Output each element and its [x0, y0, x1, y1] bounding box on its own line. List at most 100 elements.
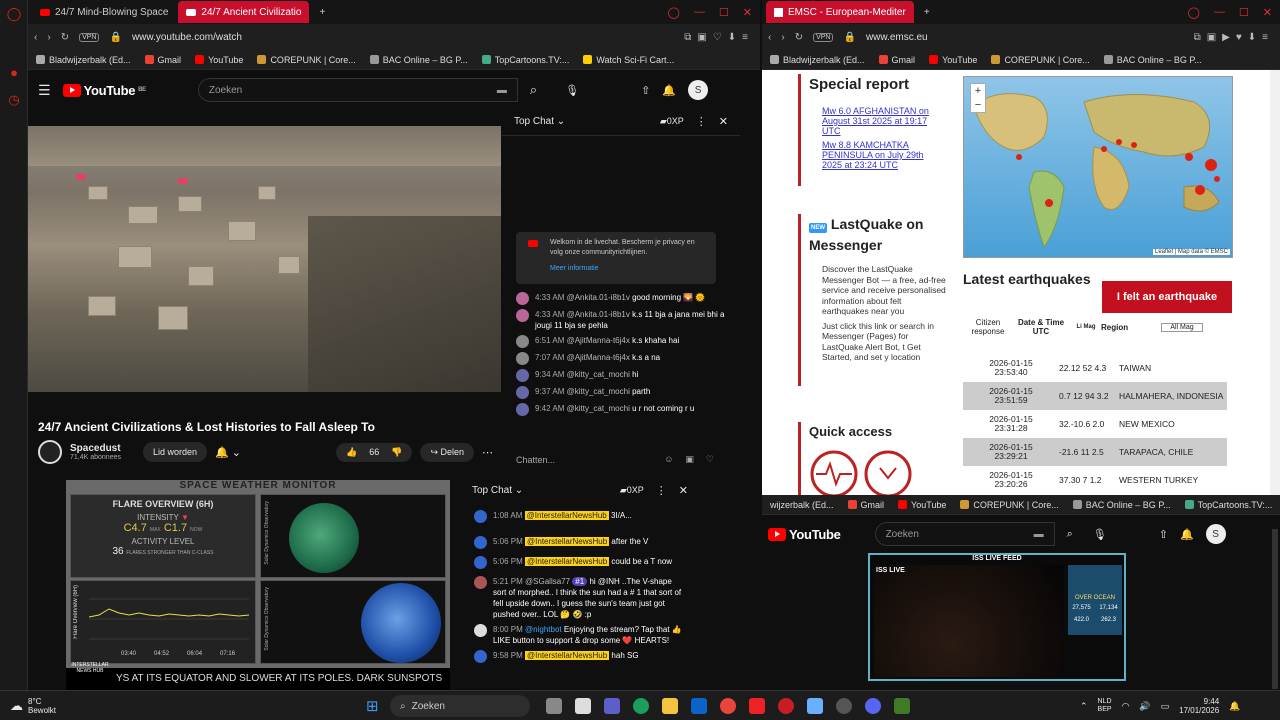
earthquake-map[interactable]: + − Leaflet | Map data © EMSC: [963, 76, 1233, 258]
chat-more-icon[interactable]: ⋮: [696, 115, 707, 128]
like-group[interactable]: 👍 66 👎: [335, 442, 413, 462]
bookmark-item[interactable]: YouTube: [929, 55, 977, 65]
bookmark-item[interactable]: wijzerbalk (Ed...: [770, 500, 834, 510]
tab-ancient[interactable]: 24/7 Ancient Civilizatio: [178, 1, 310, 23]
bookmark-item[interactable]: Bladwijzerbalk (Ed...: [36, 55, 131, 65]
chrome-icon[interactable]: [720, 698, 736, 714]
opera-icon[interactable]: ◯: [0, 0, 28, 28]
new-tab-button[interactable]: +: [916, 1, 938, 23]
bookmark-item[interactable]: Gmail: [878, 55, 915, 65]
minimize-icon[interactable]: —: [694, 6, 705, 18]
table-row[interactable]: 2026-01-15 23:53:40 22.12 52 4.3 TAIWAN: [963, 354, 1227, 382]
chat-mode-dropdown[interactable]: Top Chat ⌄: [472, 485, 523, 496]
bookmark-item[interactable]: COREPUNK | Core...: [257, 55, 356, 65]
teams-icon[interactable]: [604, 698, 620, 714]
battery-icon[interactable]: ▭: [1161, 701, 1170, 712]
youtube-logo[interactable]: YouTube BE: [62, 83, 146, 98]
taskbar-search[interactable]: ⌕ Zoeken: [390, 695, 530, 717]
chat-tools-icons[interactable]: ☺▣♡: [664, 454, 726, 465]
chat-more-icon[interactable]: ⋮: [656, 484, 667, 497]
bookmark-item[interactable]: Bladwijzerbalk (Ed...: [770, 55, 865, 65]
tab-emsc[interactable]: EMSC - European-Mediter: [766, 1, 914, 23]
report-link[interactable]: Mw 8.8 KAMCHATKA PENINSULA on July 29th …: [822, 140, 946, 170]
mic-icon[interactable]: 🎙: [1093, 528, 1107, 541]
new-tab-button[interactable]: +: [311, 1, 333, 23]
notification-icon[interactable]: 🔔: [1229, 701, 1240, 712]
bookmark-item[interactable]: Gmail: [847, 500, 884, 510]
reload-icon[interactable]: ↻: [61, 32, 69, 43]
vpn-badge[interactable]: VPN: [79, 32, 100, 42]
avatar[interactable]: S: [688, 80, 709, 100]
sidebar-clock-icon[interactable]: ◷: [0, 86, 28, 114]
task-view-icon[interactable]: [546, 698, 562, 714]
back-icon[interactable]: ‹: [34, 32, 37, 43]
video-player[interactable]: [28, 126, 501, 392]
settings-icon[interactable]: [836, 698, 852, 714]
url-field[interactable]: www.emsc.eu: [866, 32, 928, 43]
bookmark-item[interactable]: BAC Online – BG P...: [1103, 55, 1202, 65]
tray-arrow-icon[interactable]: ⌃: [1080, 701, 1088, 712]
minimize-icon[interactable]: —: [1214, 6, 1225, 18]
weather-widget[interactable]: ☁ 8°C Bewolkt: [10, 697, 56, 715]
mic-icon[interactable]: 🎙: [565, 84, 579, 97]
toolbar-icons[interactable]: ⧉▣▶♥⬇≡: [1194, 32, 1274, 43]
report-link[interactable]: Mw 6.0 AFGHANISTAN on August 31st 2025 a…: [822, 106, 946, 136]
language-indicator[interactable]: NLD BEP: [1098, 698, 1112, 714]
join-button[interactable]: Lid worden: [143, 442, 208, 462]
vpn-badge[interactable]: VPN: [813, 32, 834, 42]
table-row[interactable]: 2026-01-15 23:20:26 37.30 7 1.2 WESTERN TUR…: [963, 466, 1227, 494]
toolbar-icons[interactable]: ⧉▣♡⬇≡: [684, 32, 754, 43]
discord-icon[interactable]: [865, 698, 881, 714]
bookmark-item[interactable]: Watch Sci-Fi Cart...: [583, 55, 674, 65]
felt-earthquake-button[interactable]: I felt an earthquake: [1102, 281, 1232, 313]
keyboard-icon[interactable]: ▬: [1034, 529, 1044, 540]
table-row[interactable]: 2026-01-15 23:31:28 32.-10.6 2.0 NEW MEXICO: [963, 410, 1227, 438]
url-field[interactable]: www.youtube.com/watch: [132, 32, 242, 43]
upload-icon[interactable]: ⇧: [1159, 528, 1168, 541]
search-tab-icon[interactable]: ◯: [668, 6, 680, 19]
explorer-icon[interactable]: [662, 698, 678, 714]
learn-more-link[interactable]: Meer informatie: [550, 264, 708, 274]
like-icon[interactable]: 👍: [346, 447, 357, 458]
outlook-icon[interactable]: [691, 698, 707, 714]
scrollbar[interactable]: [1272, 529, 1278, 689]
search-icon[interactable]: ⌕: [1067, 528, 1073, 541]
search-input[interactable]: Zoeken ▬: [197, 78, 518, 102]
tab-space[interactable]: 24/7 Mind-Blowing Space: [32, 1, 176, 23]
calculator-icon[interactable]: [807, 698, 823, 714]
youtube-icon[interactable]: [749, 698, 765, 714]
bookmark-item[interactable]: YouTube: [195, 55, 243, 65]
chat-input[interactable]: Chatten...: [516, 455, 555, 465]
bookmark-item[interactable]: BAC Online – BG P...: [369, 55, 468, 65]
channel-avatar[interactable]: [38, 440, 62, 464]
quick-access-icons[interactable]: [808, 444, 926, 495]
forward-icon[interactable]: ›: [781, 32, 784, 43]
back-icon[interactable]: ‹: [768, 32, 771, 43]
table-row[interactable]: 2026-01-15 23:29:21 -21.6 11 2.5 TARAPACA, …: [963, 438, 1227, 466]
clock[interactable]: 9:44 17/01/2026: [1179, 697, 1219, 715]
bookmark-item[interactable]: COREPUNK | Core...: [960, 500, 1059, 510]
search-input[interactable]: Zoeken ▬: [874, 522, 1055, 546]
xp-badge[interactable]: ▰0XP: [620, 485, 644, 496]
zoom-control[interactable]: + −: [970, 83, 986, 113]
avatar[interactable]: S: [1205, 524, 1226, 544]
keyboard-icon[interactable]: ▬: [497, 85, 507, 96]
bookmark-item[interactable]: BAC Online – BG P...: [1072, 500, 1171, 510]
upload-icon[interactable]: ⇧: [641, 84, 650, 97]
close-icon[interactable]: ✕: [1263, 6, 1272, 19]
search-icon[interactable]: ⌕: [530, 82, 537, 98]
bell-icon[interactable]: 🔔: [662, 84, 676, 97]
wifi-icon[interactable]: ◠: [1122, 701, 1130, 712]
maximize-icon[interactable]: ☐: [719, 6, 729, 19]
chat-mode-dropdown[interactable]: Top Chat ⌄: [514, 116, 565, 127]
notepad-icon[interactable]: [575, 698, 591, 714]
bookmark-item[interactable]: YouTube: [898, 500, 946, 510]
forward-icon[interactable]: ›: [47, 32, 50, 43]
scrollbar[interactable]: [1270, 70, 1280, 495]
reload-icon[interactable]: ↻: [795, 32, 803, 43]
sidebar-red-icon[interactable]: ●: [0, 58, 28, 86]
bell-icon[interactable]: 🔔: [1180, 528, 1194, 541]
bookmark-item[interactable]: COREPUNK | Core...: [991, 55, 1090, 65]
table-row[interactable]: 2026-01-15 23:51:59 0.7 12 94 3.2 HALMAHERA…: [963, 382, 1227, 410]
iss-feed-player[interactable]: ISS LIVE FEED ISS LIVE OVER OCEAN 27,575…: [868, 553, 1126, 681]
